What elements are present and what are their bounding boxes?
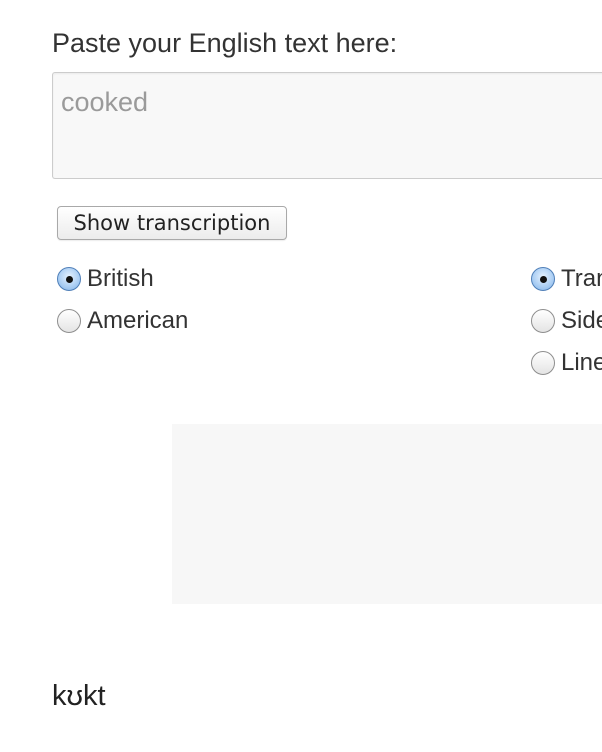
transcription-result-area bbox=[172, 424, 602, 604]
radio-label-british: British bbox=[87, 265, 154, 292]
page: Paste your English text here: Show trans… bbox=[0, 0, 602, 752]
radio-button-display-option-3[interactable] bbox=[531, 351, 555, 375]
radio-selected-dot bbox=[65, 275, 73, 283]
radio-display-option-3[interactable]: Line bbox=[531, 349, 602, 377]
radio-display-option-2[interactable]: Side bbox=[531, 307, 602, 335]
radio-british[interactable]: British bbox=[57, 265, 154, 293]
radio-label-american: American bbox=[87, 307, 189, 334]
radio-button-display-option-1[interactable] bbox=[531, 267, 555, 291]
prompt-label: Paste your English text here: bbox=[52, 28, 398, 58]
radio-button-display-option-2[interactable] bbox=[531, 309, 555, 333]
radio-label-display-option-2: Side bbox=[561, 307, 602, 334]
english-text-input[interactable] bbox=[52, 72, 602, 179]
footer-transcription-logo: kʊkt bbox=[52, 680, 106, 712]
radio-button-american[interactable] bbox=[57, 309, 81, 333]
radio-selected-dot bbox=[539, 275, 547, 283]
radio-display-option-1[interactable]: Tran bbox=[531, 265, 602, 293]
radio-label-display-option-1: Tran bbox=[561, 265, 602, 292]
radio-american[interactable]: American bbox=[57, 307, 188, 335]
radio-label-display-option-3: Line bbox=[561, 349, 602, 376]
radio-button-british[interactable] bbox=[57, 267, 81, 291]
show-transcription-button[interactable]: Show transcription bbox=[57, 206, 287, 240]
